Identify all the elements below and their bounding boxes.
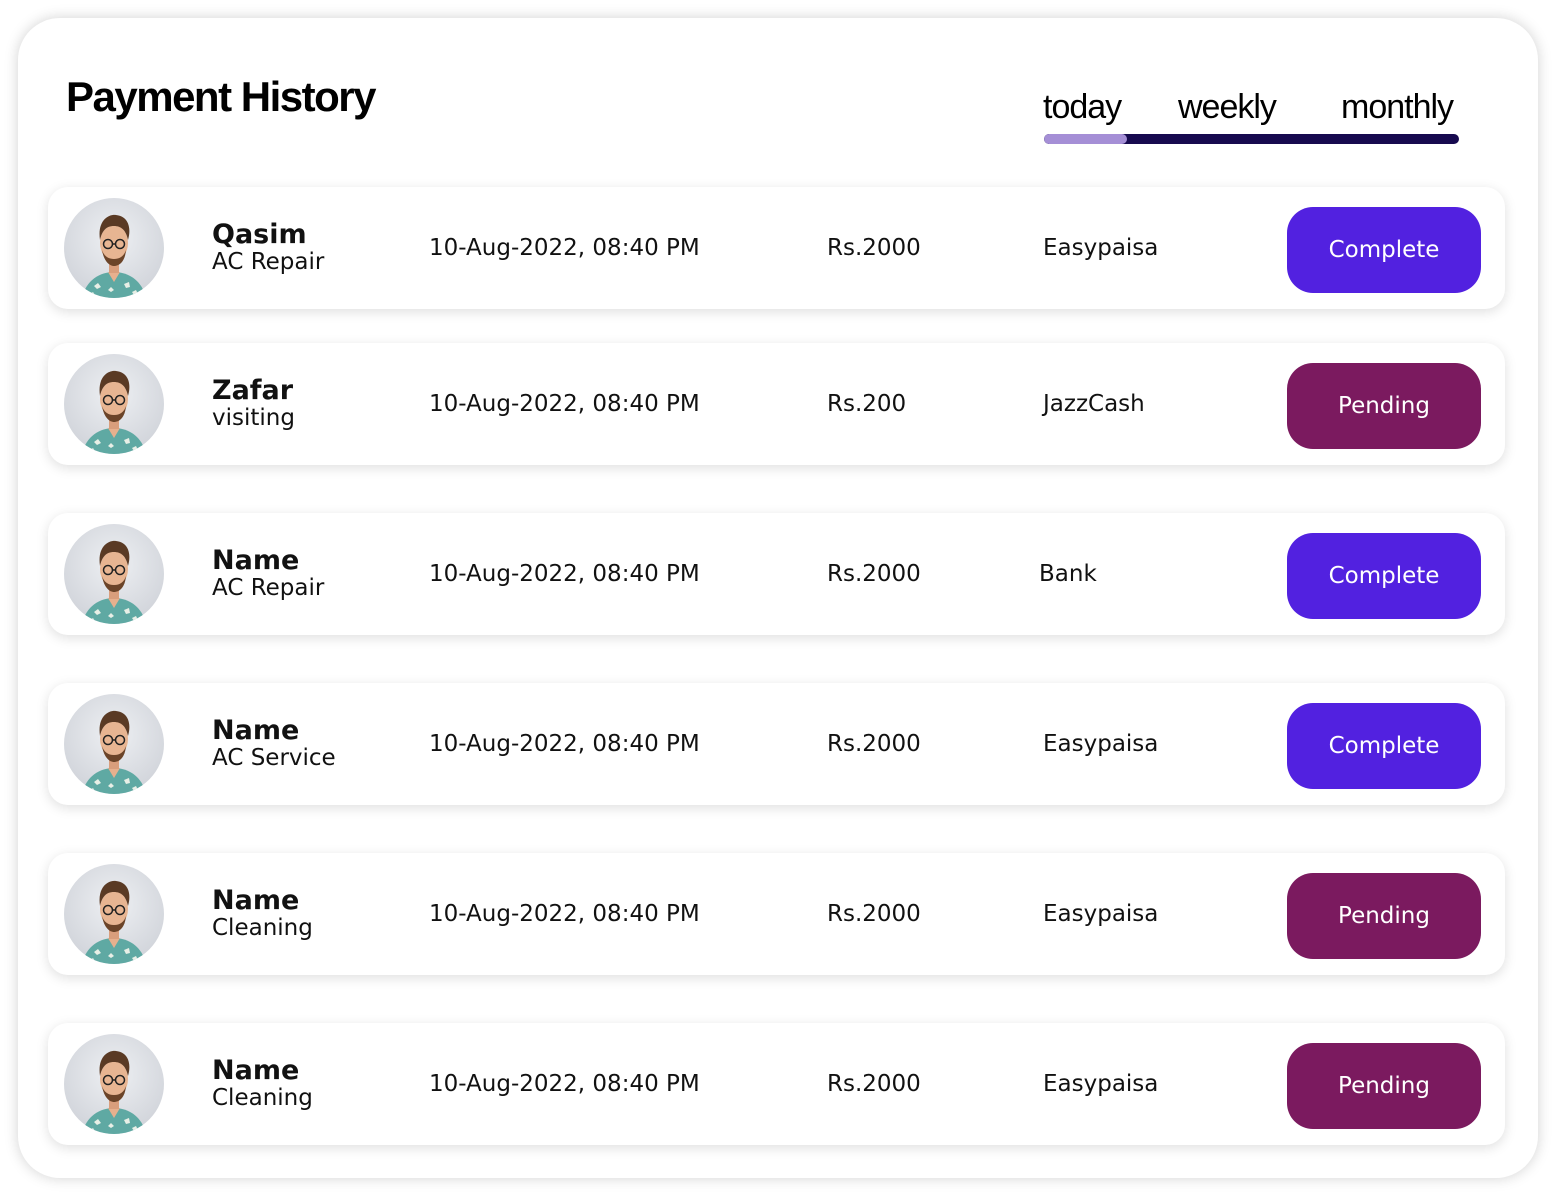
payment-amount: Rs.2000 [827,1071,921,1097]
payment-amount: Rs.200 [827,391,907,417]
customer-name: Name [212,1055,300,1086]
customer-name: Name [212,715,300,746]
payment-method: JazzCash [1043,391,1145,417]
avatar [64,1034,164,1134]
page-title: Payment History [66,73,376,120]
service-type: AC Service [212,745,336,771]
customer-name: Name [212,885,300,916]
status-pending-button[interactable]: Pending [1287,873,1481,959]
customer-name: Qasim [212,219,307,250]
payment-datetime: 10-Aug-2022, 08:40 PM [429,391,700,417]
payment-datetime: 10-Aug-2022, 08:40 PM [429,731,700,757]
payment-datetime: 10-Aug-2022, 08:40 PM [429,901,700,927]
status-complete-button[interactable]: Complete [1287,533,1481,619]
status-pending-button[interactable]: Pending [1287,363,1481,449]
status-complete-button[interactable]: Complete [1287,207,1481,293]
avatar [64,864,164,964]
service-type: AC Repair [212,249,325,275]
service-type: visiting [212,405,295,431]
customer-name: Name [212,545,300,576]
tab-indicator-track [1044,134,1459,144]
tab-weekly[interactable]: weekly [1178,90,1277,124]
payment-method: Easypaisa [1043,1071,1159,1097]
payment-method: Easypaisa [1043,731,1159,757]
payment-row: Qasim AC Repair 10-Aug-2022, 08:40 PM Rs… [48,187,1505,309]
service-type: AC Repair [212,575,325,601]
payment-row: Name Cleaning 10-Aug-2022, 08:40 PM Rs.2… [48,853,1505,975]
payment-amount: Rs.2000 [827,561,921,587]
payment-row: Name Cleaning 10-Aug-2022, 08:40 PM Rs.2… [48,1023,1505,1145]
tab-indicator-active [1044,134,1127,144]
customer-name: Zafar [212,375,294,406]
payment-datetime: 10-Aug-2022, 08:40 PM [429,561,700,587]
avatar [64,198,164,298]
payment-row: Name AC Repair 10-Aug-2022, 08:40 PM Rs.… [48,513,1505,635]
payment-row: Zafar visiting 10-Aug-2022, 08:40 PM Rs.… [48,343,1505,465]
avatar [64,354,164,454]
payment-amount: Rs.2000 [827,235,921,261]
tab-monthly[interactable]: monthly [1341,90,1454,124]
tab-today[interactable]: today [1043,90,1122,124]
payment-datetime: 10-Aug-2022, 08:40 PM [429,235,700,261]
payment-amount: Rs.2000 [827,901,921,927]
service-type: Cleaning [212,915,313,941]
payment-row: Name AC Service 10-Aug-2022, 08:40 PM Rs… [48,683,1505,805]
avatar [64,524,164,624]
status-pending-button[interactable]: Pending [1287,1043,1481,1129]
payment-method: Easypaisa [1043,235,1159,261]
payment-amount: Rs.2000 [827,731,921,757]
service-type: Cleaning [212,1085,313,1111]
payment-method: Easypaisa [1043,901,1159,927]
status-complete-button[interactable]: Complete [1287,703,1481,789]
avatar [64,694,164,794]
payment-datetime: 10-Aug-2022, 08:40 PM [429,1071,700,1097]
payment-method: Bank [1039,561,1097,587]
